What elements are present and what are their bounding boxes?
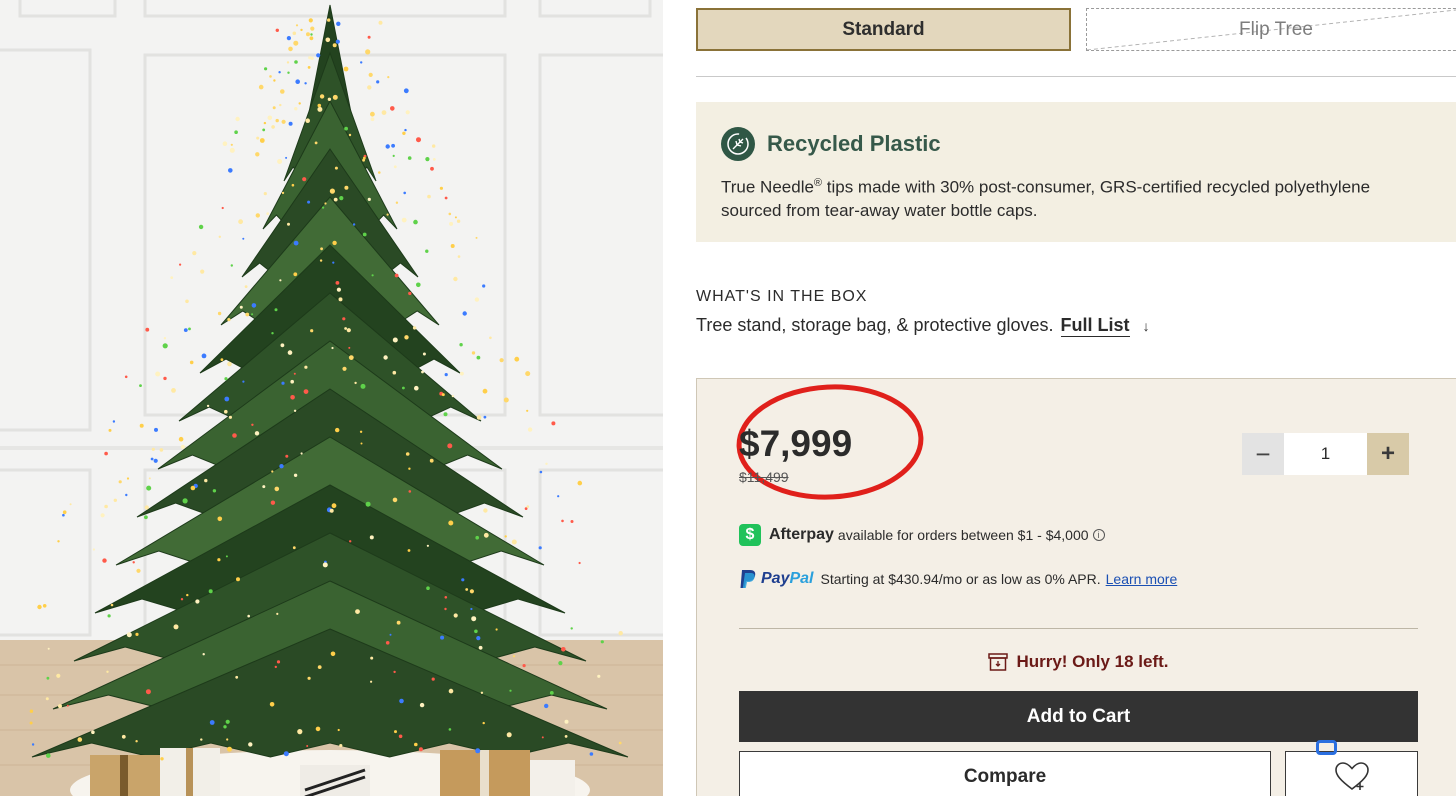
quantity-input[interactable]: 1 — [1284, 433, 1367, 475]
box-contents-text: Tree stand, storage bag, & protective gl… — [696, 315, 1054, 335]
compare-button[interactable]: Compare — [739, 751, 1271, 796]
heart-plus-icon — [1334, 762, 1369, 791]
product-details-panel: Standard Flip Tree Recycled Plastic True… — [663, 0, 1456, 796]
sale-price: $7,999 — [739, 423, 853, 464]
add-to-cart-button[interactable]: Add to Cart — [739, 691, 1418, 742]
afterpay-name: Afterpay — [769, 526, 834, 543]
original-price: $11,499 — [739, 469, 789, 485]
quantity-increase-button[interactable]: + — [1367, 433, 1409, 475]
divider — [696, 76, 1456, 77]
whats-in-box-description: Tree stand, storage bag, & protective gl… — [696, 315, 1150, 337]
variant-flip-tree-button[interactable]: Flip Tree — [1086, 8, 1456, 51]
paypal-learn-more-link[interactable]: Learn more — [1106, 571, 1178, 587]
paypal-row: PayPal Starting at $430.94/mo or as low … — [739, 569, 1177, 589]
paypal-icon — [740, 570, 756, 588]
archive-box-icon — [988, 653, 1009, 671]
product-image[interactable] — [0, 0, 663, 796]
wishlist-button[interactable] — [1285, 751, 1418, 796]
afterpay-text: available for orders between $1 - $4,000 — [837, 527, 1089, 543]
low-stock-notice: Hurry! Only 18 left. — [739, 652, 1418, 672]
registered-mark: ® — [813, 177, 823, 189]
buy-box: $7,999 $11,499 − 1 + $ Afterpay availabl… — [696, 378, 1456, 796]
focus-indicator — [1316, 740, 1337, 755]
variant-flip-tree-label: Flip Tree — [1239, 18, 1313, 40]
christmas-tree-image — [0, 0, 663, 796]
low-stock-text: Hurry! Only 18 left. — [1016, 652, 1169, 671]
whats-in-box-heading: WHAT'S IN THE BOX — [696, 288, 868, 305]
paypal-name: PayPal — [761, 570, 813, 588]
arrow-down-icon: ↓ — [1142, 318, 1150, 334]
variant-standard-label: Standard — [842, 18, 925, 40]
recycled-title: Recycled Plastic — [767, 131, 941, 156]
divider — [739, 628, 1418, 629]
afterpay-icon: $ — [739, 524, 761, 546]
leaf-recycle-icon — [721, 127, 755, 161]
paypal-name-pal: Pal — [789, 570, 814, 587]
recycled-body: True Needle® tips made with 30% post-con… — [721, 172, 1421, 222]
afterpay-row: $ Afterpay available for orders between … — [739, 524, 1105, 546]
brand-name: True Needle — [721, 177, 814, 197]
paypal-name-pay: Pay — [761, 570, 790, 587]
full-list-link[interactable]: Full List — [1060, 315, 1130, 337]
recycled-plastic-callout: Recycled Plastic True Needle® tips made … — [696, 102, 1456, 242]
variant-standard-button[interactable]: Standard — [696, 8, 1071, 51]
quantity-decrease-button[interactable]: − — [1242, 433, 1284, 475]
paypal-text: Starting at $430.94/mo or as low as 0% A… — [820, 571, 1101, 587]
info-icon[interactable]: i — [1092, 529, 1105, 541]
